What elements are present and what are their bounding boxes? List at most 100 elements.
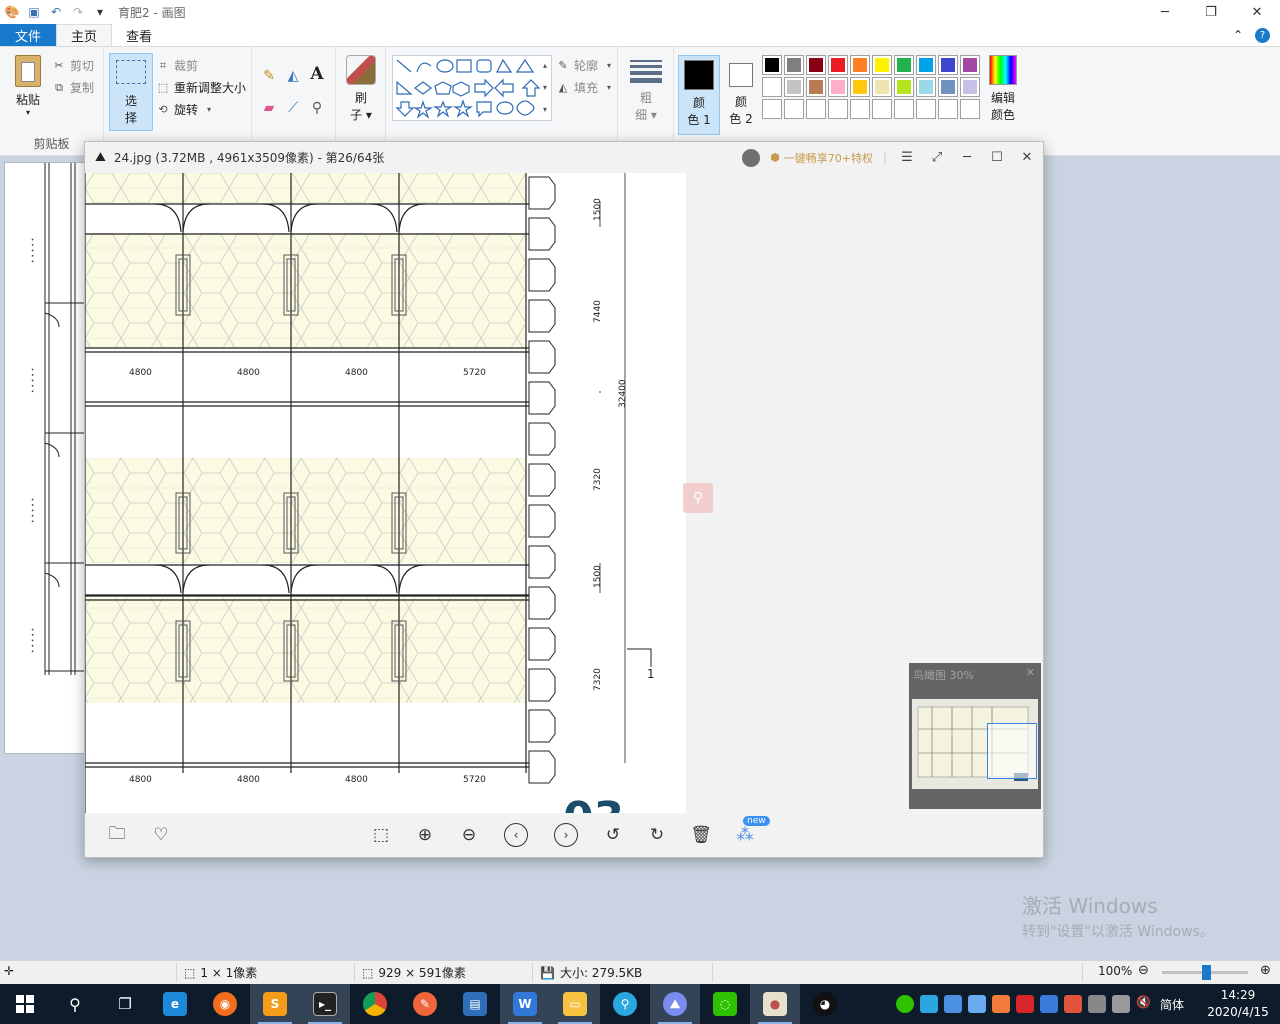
color-swatch[interactable]: [784, 55, 804, 75]
taskbar-app-search[interactable]: ⚲: [600, 984, 650, 1024]
color-swatch[interactable]: [916, 99, 936, 119]
previous-image-icon[interactable]: ‹: [504, 823, 528, 847]
rotate-right-icon[interactable]: ↻: [645, 823, 669, 847]
color-swatch[interactable]: [828, 77, 848, 97]
help-icon[interactable]: ?: [1255, 27, 1270, 43]
volume-muted-icon[interactable]: 🔇: [1136, 995, 1154, 1013]
rotate-button[interactable]: ⟲ 旋转 ▾: [156, 101, 216, 118]
usb-tray-icon[interactable]: [1112, 995, 1130, 1013]
taskbar-qq[interactable]: ◕: [800, 984, 850, 1024]
birdseye-panel[interactable]: 鸟瞰图 30% ✕: [909, 663, 1041, 809]
fill-button[interactable]: ◭ 填充 ▾: [556, 79, 616, 96]
color-swatch[interactable]: [938, 77, 958, 97]
zoom-in-icon[interactable]: ⊕: [413, 823, 437, 847]
color-swatch[interactable]: [938, 55, 958, 75]
edit-colors-button[interactable]: 编辑 颜色: [986, 55, 1020, 123]
color-swatch[interactable]: [762, 77, 782, 97]
search-fab-icon[interactable]: ⚲: [683, 483, 713, 513]
fill-bucket-icon[interactable]: ◭: [286, 68, 300, 84]
taskbar-chrome[interactable]: [350, 984, 400, 1024]
antivirus-tray-icon[interactable]: [1064, 995, 1082, 1013]
search-button[interactable]: ⚲: [50, 984, 100, 1024]
avatar[interactable]: [742, 148, 761, 167]
folder-icon[interactable]: 🗀: [105, 823, 129, 847]
display-tray-icon[interactable]: [1088, 995, 1106, 1013]
taskbar-explorer[interactable]: ▭: [550, 984, 600, 1024]
crop-button[interactable]: ⌗ 裁剪: [156, 57, 198, 74]
color-picker-icon[interactable]: ⟋: [286, 100, 300, 116]
task-view-button[interactable]: ❐: [100, 984, 150, 1024]
color-swatch[interactable]: [850, 55, 870, 75]
viewer-maximize-button[interactable]: ☐: [987, 148, 1007, 168]
tab-view[interactable]: 查看: [112, 24, 166, 46]
color-swatch[interactable]: [762, 55, 782, 75]
tab-file[interactable]: 文件: [0, 24, 57, 46]
zoom-slider[interactable]: [1162, 965, 1248, 980]
brushes-button[interactable]: 刷 子 ▾: [342, 55, 380, 123]
color-swatch[interactable]: [872, 77, 892, 97]
next-image-icon[interactable]: ›: [554, 823, 578, 847]
color-swatch[interactable]: [850, 99, 870, 119]
color-swatch[interactable]: [784, 99, 804, 119]
select-button[interactable]: 选 择: [109, 53, 153, 131]
start-button[interactable]: [0, 984, 50, 1024]
color-swatch[interactable]: [828, 55, 848, 75]
cube-tray-icon[interactable]: [944, 995, 962, 1013]
shapes-scroll[interactable]: ▴ ▾ ▾: [538, 55, 552, 121]
birdseye-close-icon[interactable]: ✕: [1026, 666, 1035, 679]
clock[interactable]: 14:29 2020/4/15: [1198, 987, 1278, 1021]
color-swatch[interactable]: [806, 99, 826, 119]
pencil-icon[interactable]: ✎: [262, 68, 276, 84]
taskbar-ie[interactable]: e: [150, 984, 200, 1024]
magnifier-icon[interactable]: ⚲: [310, 100, 324, 116]
color-swatch[interactable]: [960, 99, 980, 119]
taskbar-wps[interactable]: W: [500, 984, 550, 1024]
paint-canvas[interactable]: • • • • • • • • • • • • • • • • • • • •: [4, 162, 88, 754]
network-app-tray-icon[interactable]: [920, 995, 938, 1013]
wechat-tray-icon[interactable]: [896, 995, 914, 1013]
zoom-out-icon[interactable]: ⊖: [457, 823, 481, 847]
collapse-ribbon-icon[interactable]: ⌃: [1233, 28, 1243, 42]
color2-button[interactable]: 颜 色 2: [722, 55, 760, 135]
color1-button[interactable]: 颜 色 1: [678, 55, 720, 135]
more-apps-icon[interactable]: ⁂ new: [733, 816, 770, 847]
taskbar-terminal[interactable]: ▸_: [300, 984, 350, 1024]
color-swatch[interactable]: [938, 99, 958, 119]
close-button[interactable]: ✕: [1234, 0, 1280, 24]
gear-tray-icon[interactable]: [992, 995, 1010, 1013]
color-swatch[interactable]: [916, 55, 936, 75]
taskbar-image-viewer[interactable]: ⛰: [650, 984, 700, 1024]
favorite-heart-icon[interactable]: ♡: [149, 823, 173, 847]
ime-indicator[interactable]: 简体: [1160, 996, 1184, 1013]
color-swatch[interactable]: [784, 77, 804, 97]
zoom-in-button[interactable]: ⊕: [1260, 963, 1271, 978]
color-swatch[interactable]: [872, 99, 892, 119]
cloud-tray-icon[interactable]: [968, 995, 986, 1013]
color-swatch[interactable]: [894, 99, 914, 119]
resize-button[interactable]: ⬚ 重新调整大小: [156, 79, 246, 96]
color-swatch[interactable]: [850, 77, 870, 97]
redo-icon[interactable]: ↷: [70, 4, 86, 20]
color-swatch[interactable]: [762, 99, 782, 119]
color-swatch[interactable]: [872, 55, 892, 75]
size-button[interactable]: 粗 细 ▾: [628, 57, 664, 123]
paste-button[interactable]: 粘贴 ▾: [10, 55, 46, 117]
viewer-minimize-button[interactable]: ─: [957, 148, 977, 168]
zoom-slider-thumb[interactable]: [1202, 965, 1211, 980]
pen-tray-icon[interactable]: [1040, 995, 1058, 1013]
taskbar-firefox[interactable]: ◉: [200, 984, 250, 1024]
undo-icon[interactable]: ↶: [48, 4, 64, 20]
color-swatch[interactable]: [806, 77, 826, 97]
color-swatch[interactable]: [806, 55, 826, 75]
shapes-gallery[interactable]: [392, 55, 552, 121]
taskbar-app-orange[interactable]: ✎: [400, 984, 450, 1024]
customize-toolbar-icon[interactable]: ▾: [92, 4, 108, 20]
taskbar-app-window[interactable]: ▤: [450, 984, 500, 1024]
fullscreen-icon[interactable]: ⤢: [927, 148, 947, 168]
cut-button[interactable]: ✂ 剪切: [52, 57, 94, 74]
delete-trash-icon[interactable]: 🗑: [689, 823, 713, 847]
menu-icon[interactable]: ☰: [897, 148, 917, 168]
color-swatch[interactable]: [828, 99, 848, 119]
color-swatch[interactable]: [894, 55, 914, 75]
tab-home[interactable]: 主页: [56, 24, 113, 46]
